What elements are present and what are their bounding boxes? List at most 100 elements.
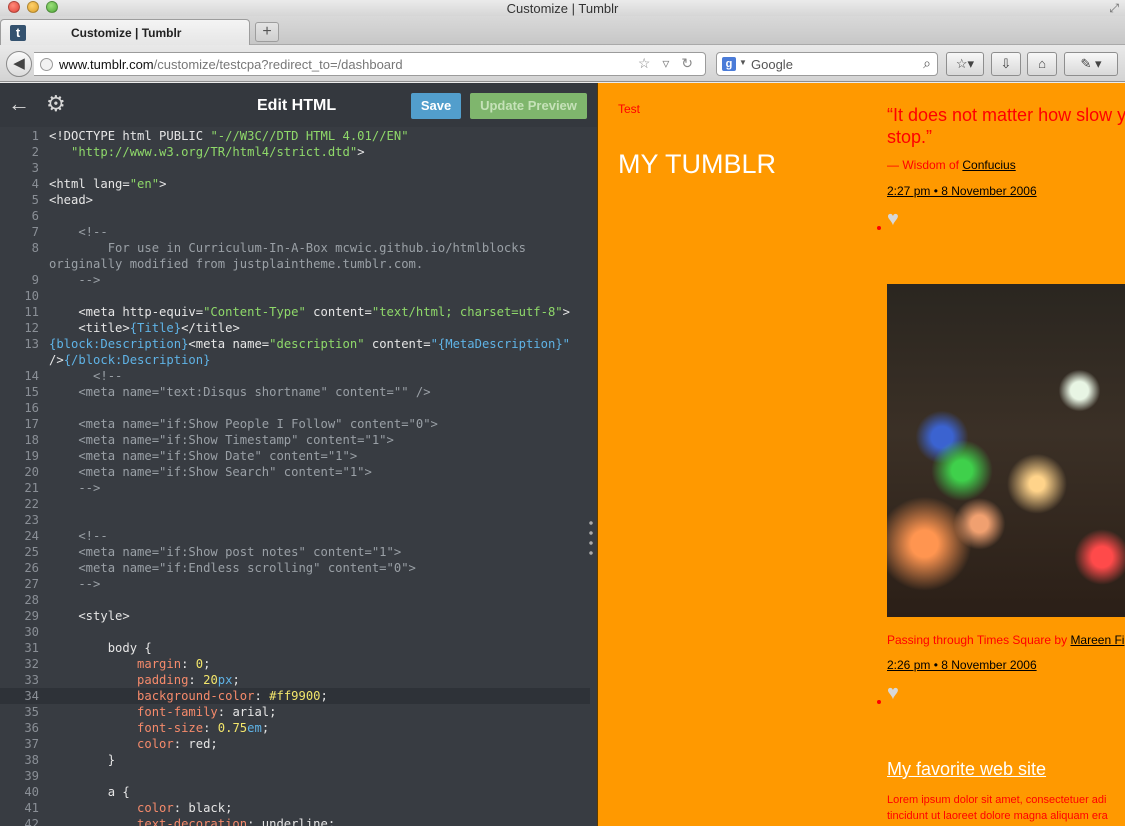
code-text[interactable]: <!-- [49,528,107,544]
code-text[interactable]: <meta name="text:Disqus shortname" conte… [49,384,430,400]
search-input[interactable]: Google [751,57,793,72]
code-line[interactable]: 42 text-decoration: underline; [0,816,590,826]
code-text[interactable]: font-family: arial; [49,704,276,720]
code-text[interactable]: background-color: #ff9900; [49,688,328,704]
fullscreen-icon[interactable]: ⤢ [1109,1,1119,16]
code-text[interactable]: <meta name="if:Show Date" content="1"> [49,448,357,464]
code-line[interactable]: 34 background-color: #ff9900; [0,688,590,704]
code-text[interactable]: {block:Description}<meta name="descripti… [49,336,570,352]
code-line[interactable]: 33 padding: 20px; [0,672,590,688]
code-line[interactable]: 39 [0,768,590,784]
code-text[interactable]: <html lang="en"> [49,176,166,192]
code-line[interactable]: 20 <meta name="if:Show Search" content="… [0,464,590,480]
google-icon[interactable]: g [722,57,736,71]
code-line[interactable]: 35 font-family: arial; [0,704,590,720]
code-text[interactable]: text-decoration: underline; [49,816,335,826]
address-bar[interactable]: www.tumblr.com/customize/testcpa?redirec… [34,52,706,76]
code-line[interactable]: 25 <meta name="if:Show post notes" conte… [0,544,590,560]
code-line[interactable]: 17 <meta name="if:Show People I Follow" … [0,416,590,432]
code-text[interactable]: <title>{Title}</title> [49,320,239,336]
code-line[interactable]: 26 <meta name="if:Endless scrolling" con… [0,560,590,576]
code-text[interactable]: --> [49,576,100,592]
code-area[interactable]: 1 <!DOCTYPE html PUBLIC "-//W3C//DTD HTML… [0,128,597,826]
code-line[interactable]: 2 "http://www.w3.org/TR/html4/strict.dtd… [0,144,590,160]
code-line[interactable]: 18 <meta name="if:Show Timestamp" conten… [0,432,590,448]
back-button[interactable]: ◀ [6,51,32,77]
code-line[interactable]: 14 <!-- [0,368,590,384]
update-preview-button[interactable]: Update Preview [470,93,587,119]
link-post-title[interactable]: My favorite web site [887,759,1046,780]
code-text[interactable]: <meta name="if:Show post notes" content=… [49,544,401,560]
extensions-button[interactable]: ✎ ▾ [1064,52,1118,76]
code-text[interactable]: <head> [49,192,93,208]
post-timestamp-2[interactable]: 2:26 pm • 8 November 2006 [887,658,1037,672]
code-line[interactable]: 38 } [0,752,590,768]
zoom-window-icon[interactable] [46,1,58,13]
code-text[interactable]: <meta name="if:Endless scrolling" conten… [49,560,416,576]
code-line[interactable]: 29 <style> [0,608,590,624]
search-bar[interactable]: g ▼ Google ⌕ [716,52,938,76]
code-line[interactable]: 36 font-size: 0.75em; [0,720,590,736]
code-text[interactable]: --> [49,272,100,288]
photo-caption-link[interactable]: Mareen Fi [1070,633,1124,647]
code-text[interactable]: <meta name="if:Show Timestamp" content="… [49,432,394,448]
code-line[interactable]: 19 <meta name="if:Show Date" content="1"… [0,448,590,464]
code-line[interactable]: 41 color: black; [0,800,590,816]
code-text[interactable]: "http://www.w3.org/TR/html4/strict.dtd"> [49,144,365,160]
home-button[interactable]: ⌂ [1027,52,1057,76]
code-line[interactable]: 6 [0,208,590,224]
code-line[interactable]: 16 [0,400,590,416]
code-line[interactable]: 12 <title>{Title}</title> [0,320,590,336]
new-tab-button[interactable]: + [255,22,279,42]
code-text[interactable]: font-size: 0.75em; [49,720,269,736]
search-engine-caret-icon[interactable]: ▼ [739,58,747,67]
code-line[interactable]: 27 --> [0,576,590,592]
code-text[interactable]: />{/block:Description} [49,352,210,368]
code-line[interactable]: 10 [0,288,590,304]
code-line[interactable]: 23 [0,512,590,528]
code-text[interactable]: <meta name="if:Show Search" content="1"> [49,464,372,480]
code-text[interactable]: originally modified from justplaintheme.… [49,256,423,272]
code-text[interactable]: <!-- [49,368,122,384]
gear-icon[interactable]: ⚙ [46,91,66,117]
code-line[interactable]: 13 {block:Description}<meta name="descrip… [0,336,590,352]
code-line[interactable]: 31 body { [0,640,590,656]
code-line[interactable]: 5 <head> [0,192,590,208]
search-icon[interactable]: ⌕ [923,55,931,72]
code-text[interactable]: <!DOCTYPE html PUBLIC "-//W3C//DTD HTML … [49,128,409,144]
code-line[interactable]: 22 [0,496,590,512]
like-heart-icon[interactable]: ♥ [887,208,899,231]
code-line[interactable]: 32 margin: 0; [0,656,590,672]
code-text[interactable]: margin: 0; [49,656,210,672]
code-text[interactable]: padding: 20px; [49,672,240,688]
post-timestamp-1[interactable]: 2:27 pm • 8 November 2006 [887,184,1037,198]
code-line[interactable]: />{/block:Description} [0,352,590,368]
code-line[interactable]: 40 a { [0,784,590,800]
tab-customize[interactable]: t Customize | Tumblr [0,19,250,45]
save-button[interactable]: Save [411,93,461,119]
code-line[interactable]: 8 For use in Curriculum-In-A-Box mcwic.g… [0,240,590,256]
code-line[interactable]: 24 <!-- [0,528,590,544]
pane-resize-handle[interactable] [589,518,593,558]
code-line[interactable]: originally modified from justplaintheme.… [0,256,590,272]
code-line[interactable]: 9 --> [0,272,590,288]
code-line[interactable]: 3 [0,160,590,176]
blog-title[interactable]: MY TUMBLR [618,149,776,180]
back-arrow-icon[interactable]: ← [8,91,30,117]
code-line[interactable]: 1 <!DOCTYPE html PUBLIC "-//W3C//DTD HTML… [0,128,590,144]
code-text[interactable]: a { [49,784,130,800]
quote-source-link[interactable]: Confucius [962,158,1015,172]
code-text[interactable]: color: black; [49,800,232,816]
minimize-window-icon[interactable] [27,1,39,13]
code-text[interactable]: } [49,752,115,768]
url-text[interactable]: www.tumblr.com/customize/testcpa?redirec… [59,57,403,72]
like-heart-icon[interactable]: ♥ [887,682,899,705]
downloads-button[interactable]: ⇩ [991,52,1021,76]
code-text[interactable]: <meta http-equiv="Content-Type" content=… [49,304,570,320]
code-text[interactable]: For use in Curriculum-In-A-Box mcwic.git… [49,240,526,256]
code-text[interactable]: <style> [49,608,129,624]
code-line[interactable]: 11 <meta http-equiv="Content-Type" conte… [0,304,590,320]
code-text[interactable]: color: red; [49,736,218,752]
code-line[interactable]: 15 <meta name="text:Disqus shortname" co… [0,384,590,400]
close-window-icon[interactable] [8,1,20,13]
